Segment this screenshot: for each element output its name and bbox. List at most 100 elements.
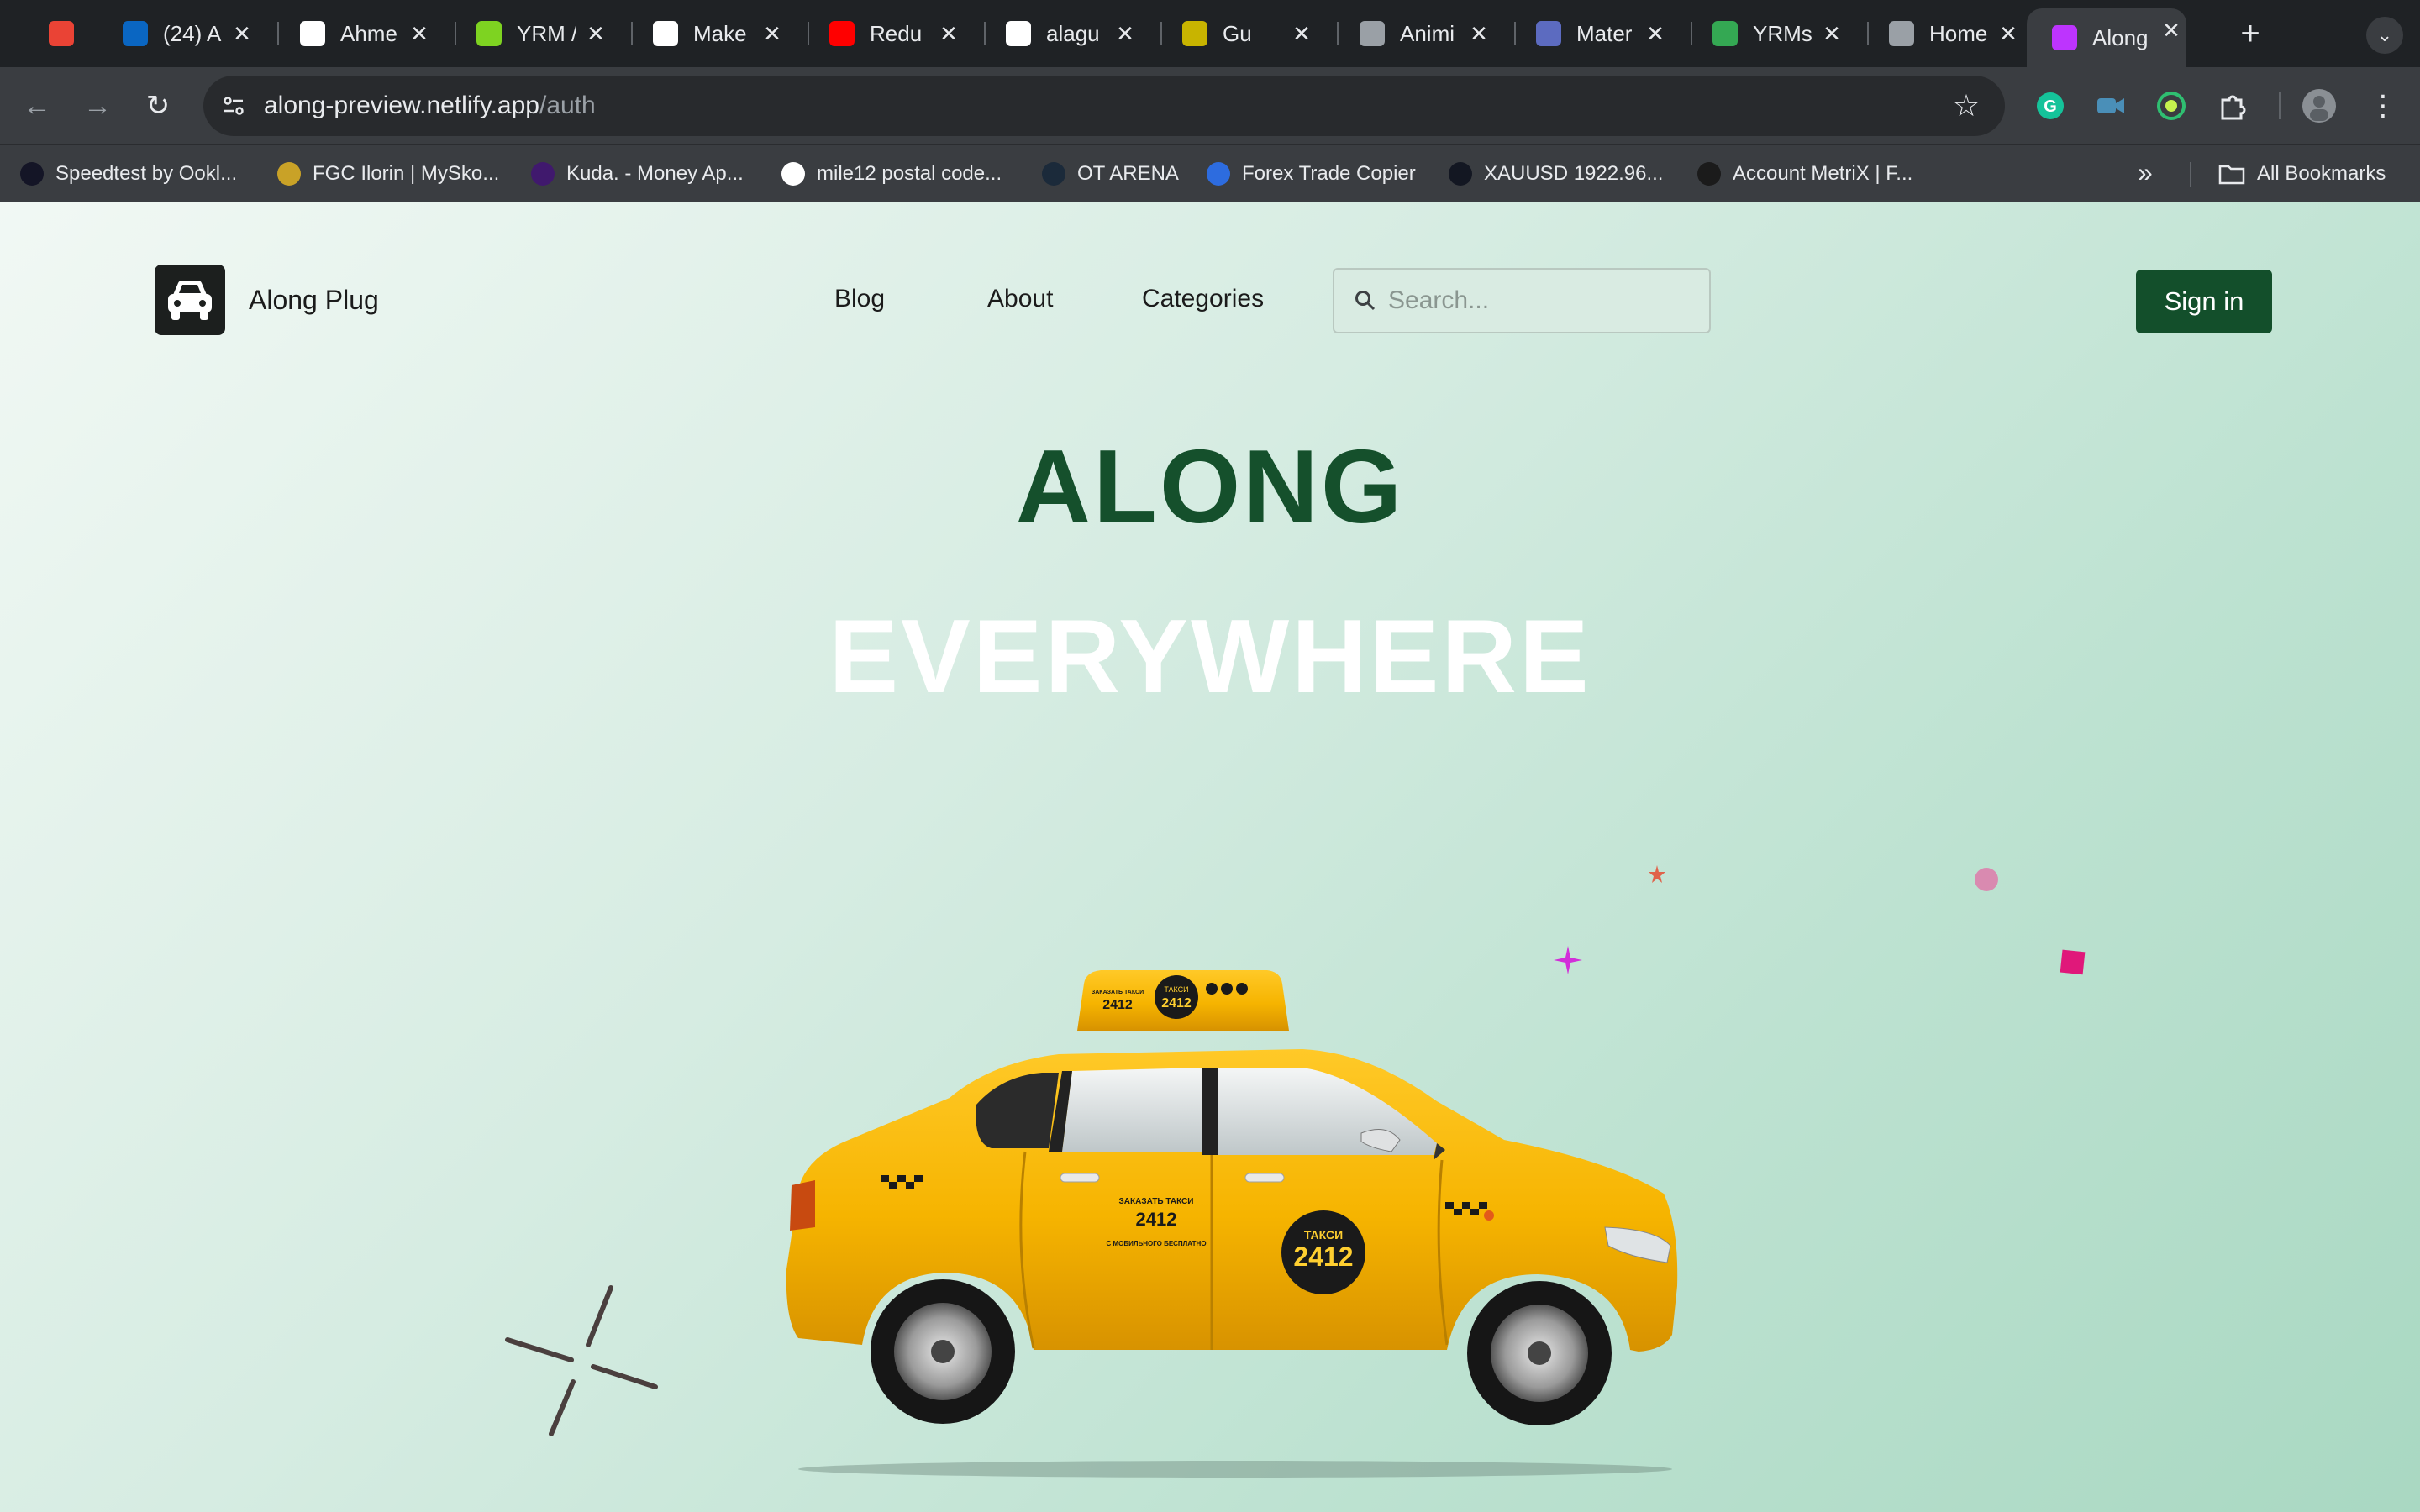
grammarly-extension-icon[interactable]: G	[2032, 87, 2069, 124]
bookmark-label: XAUUSD 1922.96...	[1484, 162, 1664, 185]
page-viewport: Along Plug Blog About Categories Sign in…	[0, 202, 2420, 1512]
sign-in-button[interactable]: Sign in	[2136, 270, 2272, 333]
otarena-icon	[1042, 162, 1065, 186]
pink-square-decoration	[2060, 949, 2086, 975]
kebab-menu-icon[interactable]: ⋮	[2365, 87, 2402, 124]
browser-tab[interactable]: alagu ✕	[1006, 12, 1140, 55]
site-settings-icon[interactable]	[203, 76, 264, 136]
close-tab-icon[interactable]: ✕	[757, 18, 787, 49]
bookmark-label: Forex Trade Copier	[1242, 162, 1416, 185]
bookmark-label: FGC Ilorin | MySko...	[313, 162, 500, 185]
bookmark-item[interactable]: mile12 postal code...	[781, 157, 1002, 191]
tab-separator	[984, 22, 986, 45]
roof-sign-number: 2412	[1161, 996, 1192, 1011]
all-bookmarks-button[interactable]: All Bookmarks	[2218, 157, 2386, 191]
chevron-down-icon: ⌄	[2376, 24, 2393, 45]
google-icon	[781, 162, 805, 186]
browser-tab[interactable]: Make ✕	[653, 12, 787, 55]
close-tab-icon[interactable]: ✕	[1110, 18, 1140, 49]
close-tab-icon[interactable]: ✕	[1640, 18, 1670, 49]
nav-link-blog[interactable]: Blog	[834, 285, 885, 313]
tab-search-button[interactable]: ⌄	[2366, 17, 2403, 54]
metrix-icon	[1697, 162, 1721, 186]
browser-tab[interactable]: (24) A ✕	[123, 12, 257, 55]
search-box[interactable]	[1333, 268, 1711, 333]
bookmark-star-icon[interactable]: ☆	[1949, 88, 1983, 123]
browser-tab[interactable]: Along ✕	[2027, 8, 2186, 67]
close-tab-icon[interactable]: ✕	[1817, 18, 1847, 49]
back-arrow-icon: ←	[23, 89, 51, 122]
close-tab-icon[interactable]: ✕	[581, 18, 611, 49]
tab-title: Along	[2092, 24, 2149, 50]
browser-toolbar: ← → ↻ along-preview.netlify.app/auth ☆ G…	[0, 67, 2420, 144]
target-extension-icon[interactable]	[2153, 87, 2190, 124]
tab-title: Mater	[1576, 20, 1633, 46]
browser-tab[interactable]: Mater ✕	[1536, 12, 1670, 55]
close-tab-icon[interactable]: ✕	[934, 18, 964, 49]
bookmarks-divider	[2190, 162, 2191, 187]
car-logo-icon	[155, 265, 225, 335]
tab-separator	[808, 22, 809, 45]
extensions-puzzle-icon[interactable]	[2213, 87, 2250, 124]
brand-logo[interactable]: Along Plug	[155, 265, 379, 335]
browser-tab[interactable]: Ahme ✕	[300, 12, 434, 55]
tab-separator	[1691, 22, 1692, 45]
tab-separator	[277, 22, 279, 45]
bookmark-label: mile12 postal code...	[817, 162, 1002, 185]
close-tab-icon[interactable]: ✕	[1286, 18, 1317, 49]
browser-tab[interactable]: Gu ✕	[1182, 12, 1317, 55]
close-tab-icon[interactable]: ✕	[2156, 15, 2186, 45]
url-host: along-preview.netlify.app	[264, 92, 539, 119]
bookmark-item[interactable]: FGC Ilorin | MySko...	[277, 157, 499, 191]
small-star-decoration	[1649, 865, 1665, 883]
sheets-icon	[1712, 21, 1738, 46]
reload-button[interactable]: ↻	[138, 86, 178, 126]
bookmark-item[interactable]: Account MetriX | F...	[1697, 157, 1912, 191]
brand-name: Along Plug	[249, 284, 379, 315]
search-input[interactable]	[1388, 286, 1691, 315]
reload-icon: ↻	[145, 90, 171, 122]
close-tab-icon[interactable]: ✕	[404, 18, 434, 49]
close-tab-icon[interactable]: ✕	[227, 18, 257, 49]
url-path: /auth	[539, 92, 596, 119]
browser-chrome: (24) A ✕ Ahme ✕ YRM / ✕ Make ✕ Redu ✕ alagu ✕ Gu ✕ Ani…	[0, 0, 2420, 202]
openai-icon	[653, 21, 678, 46]
bookmark-item[interactable]: Speedtest by Ookl...	[20, 157, 237, 191]
tab-separator	[1867, 22, 1869, 45]
tab-title: Home	[1929, 20, 1988, 46]
browser-tab[interactable]: YRM / ✕	[476, 12, 611, 55]
bookmark-item[interactable]: Forex Trade Copier	[1207, 157, 1416, 191]
browser-tab[interactable]: Animi ✕	[1360, 12, 1494, 55]
browser-tab[interactable]: Home ✕	[1889, 12, 2023, 55]
tab-separator	[1337, 22, 1339, 45]
svg-text:G: G	[2044, 97, 2057, 116]
roof-sign-label: ТАКСИ	[1164, 985, 1188, 994]
back-button[interactable]: ←	[17, 86, 57, 126]
bookmark-item[interactable]: XAUUSD 1922.96...	[1449, 157, 1663, 191]
browser-tab[interactable]: YRMs ✕	[1712, 12, 1847, 55]
url-text: along-preview.netlify.app/auth	[264, 92, 596, 120]
linkedin-icon	[123, 21, 148, 46]
browser-tab[interactable]	[49, 12, 82, 55]
nav-link-about[interactable]: About	[987, 285, 1053, 313]
bookmark-label: Kuda. - Money Ap...	[566, 162, 744, 185]
forward-button[interactable]: →	[77, 86, 118, 126]
browser-tab[interactable]: Redu ✕	[829, 12, 964, 55]
more-bookmarks-button[interactable]: »	[2138, 157, 2153, 188]
tab-title: Make	[693, 20, 747, 46]
bookmark-item[interactable]: Kuda. - Money Ap...	[531, 157, 744, 191]
kuda-icon	[531, 162, 555, 186]
door-phone-number: 2412	[1136, 1209, 1177, 1230]
forward-arrow-icon: →	[83, 89, 112, 122]
new-tab-button[interactable]: +	[2232, 15, 2269, 52]
bookmark-item[interactable]: OT ARENA	[1042, 157, 1179, 191]
address-bar[interactable]: along-preview.netlify.app/auth ☆	[203, 76, 2005, 136]
profile-avatar[interactable]	[2301, 87, 2338, 124]
close-tab-icon[interactable]: ✕	[1464, 18, 1494, 49]
close-tab-icon[interactable]: ✕	[1993, 18, 2023, 49]
tradingview-icon	[1449, 162, 1472, 186]
video-extension-icon[interactable]	[2092, 87, 2129, 124]
gmail-icon	[49, 21, 74, 46]
tab-separator	[631, 22, 633, 45]
nav-link-categories[interactable]: Categories	[1142, 285, 1264, 313]
